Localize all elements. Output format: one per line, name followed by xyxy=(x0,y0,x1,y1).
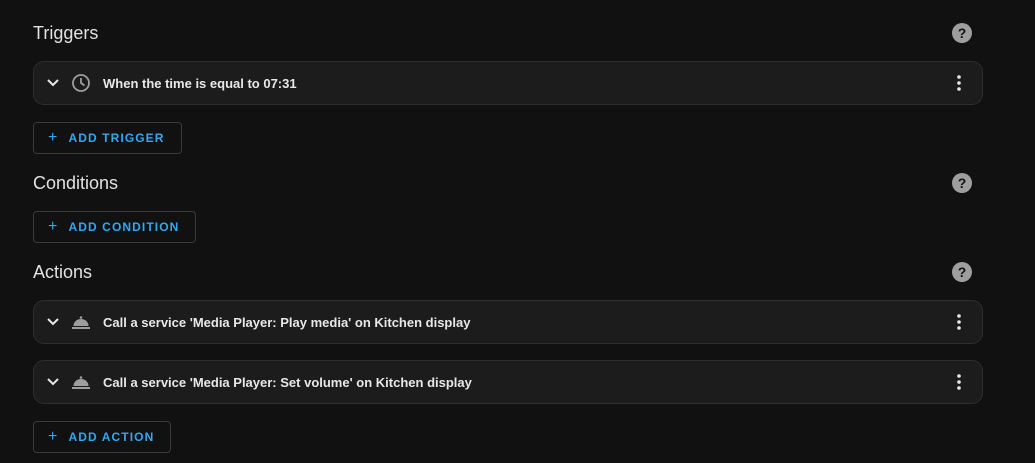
room-service-icon xyxy=(71,372,91,392)
chevron-down-icon[interactable] xyxy=(46,76,60,90)
more-options-icon[interactable] xyxy=(949,372,969,392)
automation-editor: Triggers ? When the time is equal to 07:… xyxy=(0,0,1035,463)
help-icon[interactable]: ? xyxy=(952,23,972,43)
plus-icon: + xyxy=(48,428,59,445)
clock-icon xyxy=(71,73,91,93)
action-row[interactable]: Call a service 'Media Player: Set volume… xyxy=(33,360,983,404)
trigger-row[interactable]: When the time is equal to 07:31 xyxy=(33,61,983,105)
add-condition-label: ADD CONDITION xyxy=(68,220,180,234)
room-service-icon xyxy=(71,312,91,332)
add-trigger-button[interactable]: + ADD TRIGGER xyxy=(33,122,182,154)
more-options-icon[interactable] xyxy=(949,73,969,93)
chevron-down-icon[interactable] xyxy=(46,375,60,389)
conditions-header: Conditions ? xyxy=(33,170,985,196)
chevron-down-icon[interactable] xyxy=(46,315,60,329)
trigger-label: When the time is equal to 07:31 xyxy=(103,75,297,91)
plus-icon: + xyxy=(48,218,59,235)
actions-title: Actions xyxy=(33,261,93,282)
triggers-header: Triggers ? xyxy=(33,20,985,46)
action-label: Call a service 'Media Player: Play media… xyxy=(103,314,471,330)
add-action-label: ADD ACTION xyxy=(68,430,155,444)
add-trigger-label: ADD TRIGGER xyxy=(68,131,165,145)
help-icon[interactable]: ? xyxy=(952,262,972,282)
triggers-title: Triggers xyxy=(33,22,99,43)
add-condition-button[interactable]: + ADD CONDITION xyxy=(33,211,197,243)
actions-header: Actions ? xyxy=(33,259,985,285)
help-icon[interactable]: ? xyxy=(952,173,972,193)
action-label: Call a service 'Media Player: Set volume… xyxy=(103,374,472,390)
action-row[interactable]: Call a service 'Media Player: Play media… xyxy=(33,300,983,344)
add-action-button[interactable]: + ADD ACTION xyxy=(33,421,172,453)
more-options-icon[interactable] xyxy=(949,312,969,332)
conditions-title: Conditions xyxy=(33,172,119,193)
plus-icon: + xyxy=(48,129,59,146)
